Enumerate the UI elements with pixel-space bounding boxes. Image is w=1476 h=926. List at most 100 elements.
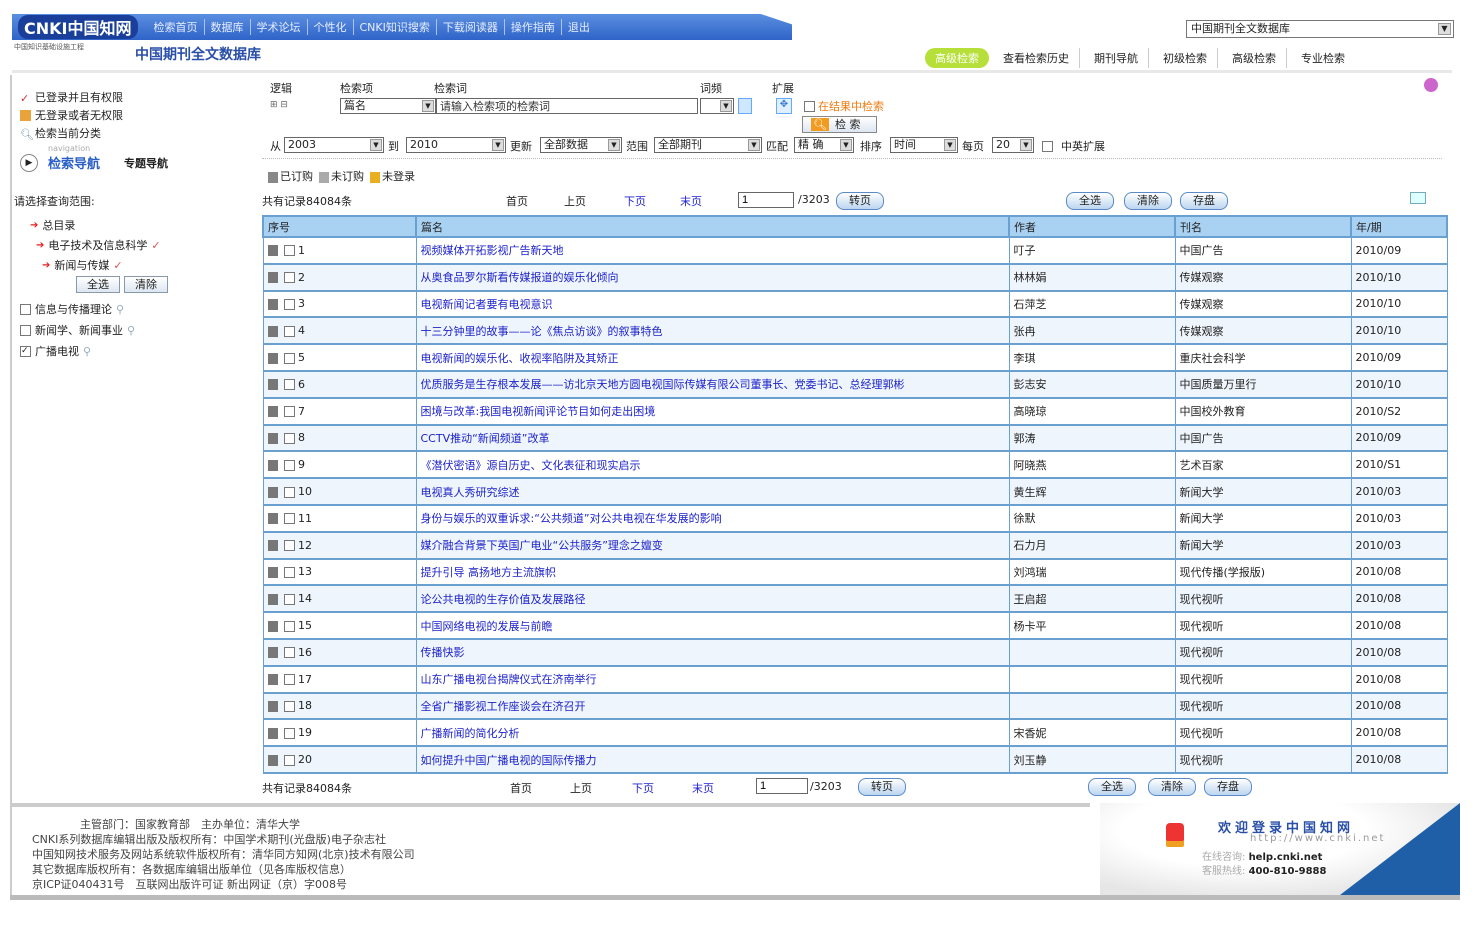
author-cell[interactable]: 刘玉静	[1008, 745, 1176, 774]
article-title-link[interactable]: 身份与娱乐的双重诉求:“公共频道”对公共电视在华发展的影响	[421, 512, 722, 525]
document-icon[interactable]	[267, 540, 278, 552]
row-checkbox[interactable]	[283, 540, 295, 552]
article-title-link[interactable]: 《潜伏密语》源自历史、文化表征和现实启示	[421, 459, 641, 472]
row-checkbox[interactable]	[283, 593, 295, 605]
article-title-link[interactable]: 全省广播影视工作座谈会在济召开	[421, 700, 586, 713]
to-year-select[interactable]: 2010 ▼	[406, 137, 506, 153]
row-checkbox[interactable]	[283, 700, 295, 712]
nav-database[interactable]: 数据库	[205, 19, 251, 35]
nav-guide[interactable]: 操作指南	[505, 19, 562, 35]
author-cell[interactable]: 杨卡平	[1008, 611, 1176, 640]
tab-journal-nav[interactable]: 期刊导航	[1084, 48, 1149, 68]
article-title-link[interactable]: 如何提升中国广播电视的国际传播力	[421, 754, 597, 767]
clear-button[interactable]: 清除	[1148, 778, 1196, 796]
document-icon[interactable]	[267, 674, 278, 686]
row-checkbox[interactable]	[283, 459, 295, 471]
journal-cell[interactable]: 现代视听	[1174, 745, 1352, 774]
tab-professional-search[interactable]: 专业检索	[1291, 48, 1355, 68]
search-in-results[interactable]: 在结果中检索	[804, 98, 884, 114]
document-icon[interactable]	[267, 459, 278, 471]
field-select[interactable]: 篇名 ▼	[340, 98, 436, 114]
author-cell[interactable]: 彭志安	[1008, 369, 1176, 399]
from-year-select[interactable]: 2003 ▼	[284, 137, 384, 153]
last-page-link[interactable]: 末页	[692, 780, 714, 796]
article-title-link[interactable]: 媒介融合背景下英国广电业“公共服务”理念之嬗变	[421, 539, 663, 552]
journal-cell[interactable]: 现代视听	[1174, 664, 1352, 694]
cn-en-checkbox[interactable]	[1042, 140, 1053, 152]
nav-forum[interactable]: 学术论坛	[251, 19, 308, 35]
article-title-link[interactable]: 电视新闻记者要有电视意识	[421, 298, 553, 311]
document-icon[interactable]	[267, 566, 278, 578]
document-icon[interactable]	[267, 379, 278, 391]
row-checkbox[interactable]	[283, 406, 295, 418]
journal-cell[interactable]: 中国质量万里行	[1174, 369, 1352, 399]
first-page-link[interactable]: 首页	[506, 193, 528, 209]
match-select[interactable]: 精 确 ▼	[794, 137, 854, 153]
save-button[interactable]: 存盘	[1204, 778, 1252, 796]
topic-nav-link[interactable]: 专题导航	[124, 155, 168, 171]
prev-page-link[interactable]: 上页	[570, 780, 592, 796]
row-checkbox[interactable]	[283, 727, 295, 739]
magnifier-icon[interactable]: ⚲	[127, 324, 135, 337]
row-checkbox[interactable]	[283, 566, 295, 578]
prev-page-link[interactable]: 上页	[564, 193, 586, 209]
col-journal[interactable]: 刊名	[1174, 215, 1352, 238]
first-page-link[interactable]: 首页	[510, 780, 532, 796]
row-checkbox[interactable]	[283, 352, 295, 364]
row-checkbox[interactable]	[283, 674, 295, 686]
author-cell[interactable]: 刘鸿瑞	[1008, 557, 1176, 587]
last-page-link[interactable]: 末页	[680, 193, 702, 209]
article-title-link[interactable]: 从奥食品罗尔斯看传媒报道的娱乐化倾向	[421, 271, 619, 284]
article-title-link[interactable]: 提升引导 高扬地方主流旗帜	[421, 566, 557, 579]
author-cell[interactable]	[1008, 637, 1176, 667]
category-item[interactable]: 信息与传播理论 ⚲	[20, 301, 124, 317]
tree-item-root[interactable]: ➔ 总目录	[30, 217, 75, 233]
document-icon[interactable]	[267, 620, 278, 632]
row-checkbox[interactable]	[283, 620, 295, 632]
author-cell[interactable]: 叮子	[1008, 236, 1176, 265]
select-all-button[interactable]: 全选	[76, 276, 120, 293]
journal-cell[interactable]: 现代视听	[1174, 691, 1352, 721]
document-icon[interactable]	[267, 432, 278, 444]
cnki-banner[interactable]: 欢迎登录中国知网 http://www.cnki.net 在线咨询: help.…	[1100, 803, 1460, 895]
author-cell[interactable]: 李琪	[1008, 343, 1176, 372]
article-title-link[interactable]: 山东广播电视台揭牌仪式在济南举行	[421, 673, 597, 686]
author-cell[interactable]: 王启超	[1008, 584, 1176, 614]
journal-cell[interactable]: 传媒观察	[1174, 316, 1352, 346]
article-title-link[interactable]: 视频媒体开拓影视广告新天地	[421, 244, 564, 257]
search-button[interactable]: 🔍︎ 检 索	[802, 116, 878, 133]
tab-basic-search[interactable]: 初级检索	[1153, 48, 1218, 68]
document-icon[interactable]	[267, 593, 278, 605]
author-cell[interactable]: 徐默	[1008, 503, 1176, 533]
document-icon[interactable]	[267, 486, 278, 498]
freq-select[interactable]: ▼	[700, 98, 734, 114]
journal-cell[interactable]: 中国校外教育	[1174, 396, 1352, 426]
journal-cell[interactable]: 现代视听	[1174, 584, 1352, 614]
article-title-link[interactable]: 传播快影	[421, 646, 465, 659]
category-checkbox[interactable]	[20, 303, 31, 315]
row-checkbox[interactable]	[283, 245, 295, 257]
article-title-link[interactable]: 困境与改革:我国电视新闻评论节目如何走出困境	[421, 405, 656, 418]
row-checkbox[interactable]	[283, 754, 295, 766]
clear-button[interactable]: 清除	[1124, 192, 1172, 210]
page-number-input[interactable]	[756, 778, 808, 794]
tab-advanced-search[interactable]: 高级检索	[925, 48, 989, 68]
document-icon[interactable]	[267, 352, 278, 364]
row-checkbox[interactable]	[283, 325, 295, 337]
tab-search-history[interactable]: 查看检索历史	[993, 48, 1080, 68]
article-title-link[interactable]: 广播新闻的简化分析	[421, 727, 520, 740]
journal-cell[interactable]: 现代传播(学报版)	[1174, 557, 1352, 587]
expand-icon[interactable]	[738, 98, 752, 114]
author-cell[interactable]: 石力月	[1008, 530, 1176, 560]
journal-cell[interactable]: 中国广告	[1174, 236, 1352, 265]
author-cell[interactable]: 阿晓燕	[1008, 450, 1176, 480]
clear-button[interactable]: 清除	[124, 276, 168, 293]
update-select[interactable]: 全部数据 ▼	[540, 137, 622, 153]
col-date[interactable]: 年/期	[1350, 215, 1448, 238]
author-cell[interactable]	[1008, 691, 1176, 721]
document-icon[interactable]	[267, 325, 278, 337]
author-cell[interactable]: 张冉	[1008, 316, 1176, 346]
cn-en-expand[interactable]: 中英扩展	[1042, 138, 1105, 154]
next-page-link[interactable]: 下页	[632, 780, 654, 796]
next-page-link[interactable]: 下页	[624, 193, 646, 209]
